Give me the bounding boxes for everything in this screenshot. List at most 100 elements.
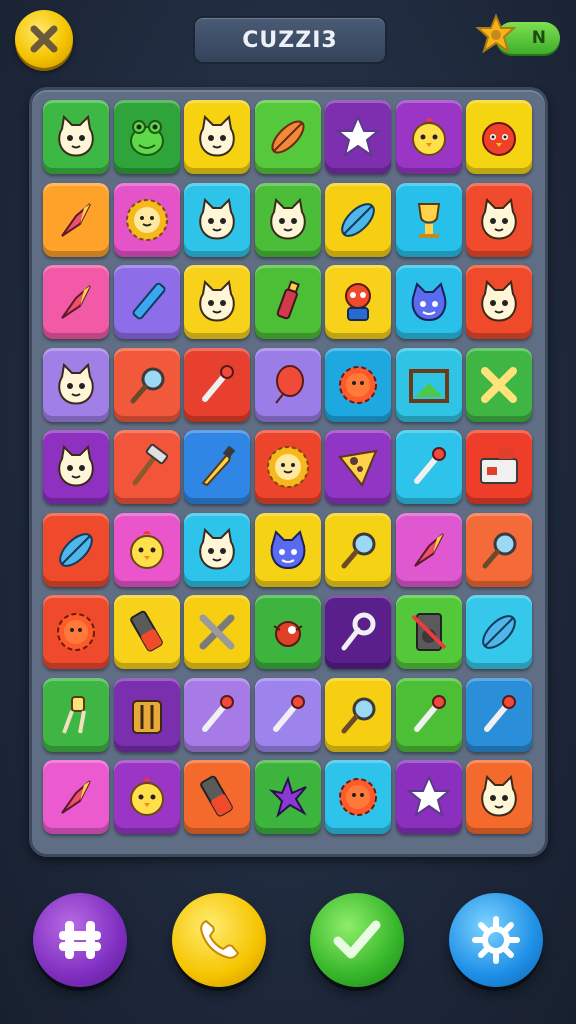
crystal-icon bbox=[61, 202, 91, 237]
tile[interactable] bbox=[466, 760, 532, 834]
tile[interactable] bbox=[325, 182, 391, 257]
tile[interactable] bbox=[254, 430, 321, 504]
sun-face-icon bbox=[125, 198, 168, 241]
tile[interactable] bbox=[184, 760, 250, 834]
tile[interactable] bbox=[43, 595, 109, 669]
tile[interactable] bbox=[113, 100, 180, 174]
tile[interactable] bbox=[466, 347, 532, 422]
robot-icon bbox=[345, 283, 371, 321]
tile[interactable] bbox=[466, 595, 532, 669]
tile[interactable] bbox=[184, 265, 250, 339]
tile[interactable] bbox=[43, 760, 109, 834]
monster-face-icon bbox=[270, 529, 305, 569]
tile[interactable] bbox=[395, 347, 462, 422]
tile[interactable] bbox=[113, 595, 180, 669]
pencil-icon bbox=[132, 282, 166, 320]
tile[interactable] bbox=[184, 677, 250, 752]
magnifier-icon bbox=[130, 367, 164, 403]
tile[interactable] bbox=[43, 265, 109, 339]
tile[interactable] bbox=[466, 265, 532, 339]
tile[interactable] bbox=[43, 182, 109, 257]
key-icon bbox=[341, 612, 376, 651]
torch-icon bbox=[62, 695, 86, 734]
tile[interactable] bbox=[466, 677, 532, 752]
star-gear-icon bbox=[475, 13, 517, 54]
tile[interactable] bbox=[254, 265, 321, 339]
tile[interactable] bbox=[184, 182, 250, 257]
brush-icon bbox=[272, 694, 305, 732]
tile[interactable] bbox=[254, 595, 321, 669]
tile[interactable] bbox=[395, 182, 462, 257]
score-badge[interactable]: N bbox=[475, 13, 560, 60]
call-button[interactable] bbox=[172, 893, 266, 987]
trophy-icon bbox=[417, 202, 440, 238]
cat-face-icon bbox=[481, 279, 517, 322]
tile[interactable] bbox=[466, 182, 532, 257]
tile[interactable] bbox=[254, 677, 321, 752]
magnifier-icon bbox=[482, 532, 517, 568]
cat-face-icon bbox=[199, 114, 235, 157]
tile[interactable] bbox=[466, 100, 532, 174]
chick-face-icon bbox=[129, 778, 164, 816]
cat-face-icon bbox=[269, 197, 306, 239]
tile[interactable] bbox=[113, 265, 180, 339]
frog-face-icon bbox=[129, 120, 164, 156]
tile[interactable] bbox=[43, 347, 109, 422]
tile[interactable] bbox=[325, 347, 391, 422]
speaker-icon bbox=[411, 613, 446, 651]
tile[interactable] bbox=[113, 182, 180, 257]
tile[interactable] bbox=[395, 265, 462, 339]
tile[interactable] bbox=[184, 430, 250, 504]
battery-icon bbox=[129, 610, 163, 652]
tile[interactable] bbox=[113, 347, 180, 422]
tile[interactable] bbox=[325, 430, 391, 504]
tile[interactable] bbox=[325, 677, 391, 752]
cat-face-icon bbox=[58, 444, 94, 487]
tile[interactable] bbox=[395, 760, 462, 834]
tile[interactable] bbox=[43, 100, 109, 174]
check-button[interactable] bbox=[310, 893, 404, 987]
tile[interactable] bbox=[184, 595, 250, 669]
tile[interactable] bbox=[43, 512, 109, 587]
monster-face-icon bbox=[411, 282, 446, 322]
tile[interactable] bbox=[325, 595, 391, 669]
tile[interactable] bbox=[395, 677, 462, 752]
tile[interactable] bbox=[184, 512, 250, 587]
tile[interactable] bbox=[254, 100, 321, 174]
battery-icon bbox=[200, 775, 233, 817]
tile[interactable] bbox=[395, 100, 462, 174]
tile[interactable] bbox=[254, 182, 321, 257]
tile[interactable] bbox=[184, 100, 250, 174]
tile[interactable] bbox=[254, 760, 321, 834]
tile[interactable] bbox=[254, 512, 321, 587]
tile[interactable] bbox=[466, 430, 532, 504]
close-button[interactable] bbox=[15, 10, 73, 68]
grid-button[interactable] bbox=[33, 893, 127, 987]
crystal-icon bbox=[61, 780, 91, 814]
cat-face-icon bbox=[58, 114, 94, 157]
tile[interactable] bbox=[325, 100, 391, 174]
knife-icon bbox=[201, 445, 236, 487]
tile[interactable] bbox=[43, 677, 109, 752]
brush-icon bbox=[413, 694, 446, 732]
feather-icon bbox=[270, 120, 305, 154]
tile[interactable] bbox=[466, 512, 532, 587]
settings-button[interactable] bbox=[449, 893, 543, 987]
tile[interactable] bbox=[325, 512, 391, 587]
tile[interactable] bbox=[43, 430, 109, 504]
bug-icon bbox=[272, 621, 303, 647]
tile[interactable] bbox=[113, 430, 180, 504]
tile[interactable] bbox=[254, 347, 321, 422]
radio-icon bbox=[480, 447, 518, 484]
tile[interactable] bbox=[325, 265, 391, 339]
tile[interactable] bbox=[113, 512, 180, 587]
tile[interactable] bbox=[113, 760, 180, 834]
sun-face-icon bbox=[266, 446, 309, 488]
crystal-icon bbox=[413, 532, 444, 567]
tile[interactable] bbox=[325, 760, 391, 834]
tile[interactable] bbox=[395, 595, 462, 669]
tile[interactable] bbox=[184, 347, 250, 422]
tile[interactable] bbox=[395, 512, 462, 587]
tile[interactable] bbox=[395, 430, 462, 504]
tile[interactable] bbox=[113, 677, 180, 752]
